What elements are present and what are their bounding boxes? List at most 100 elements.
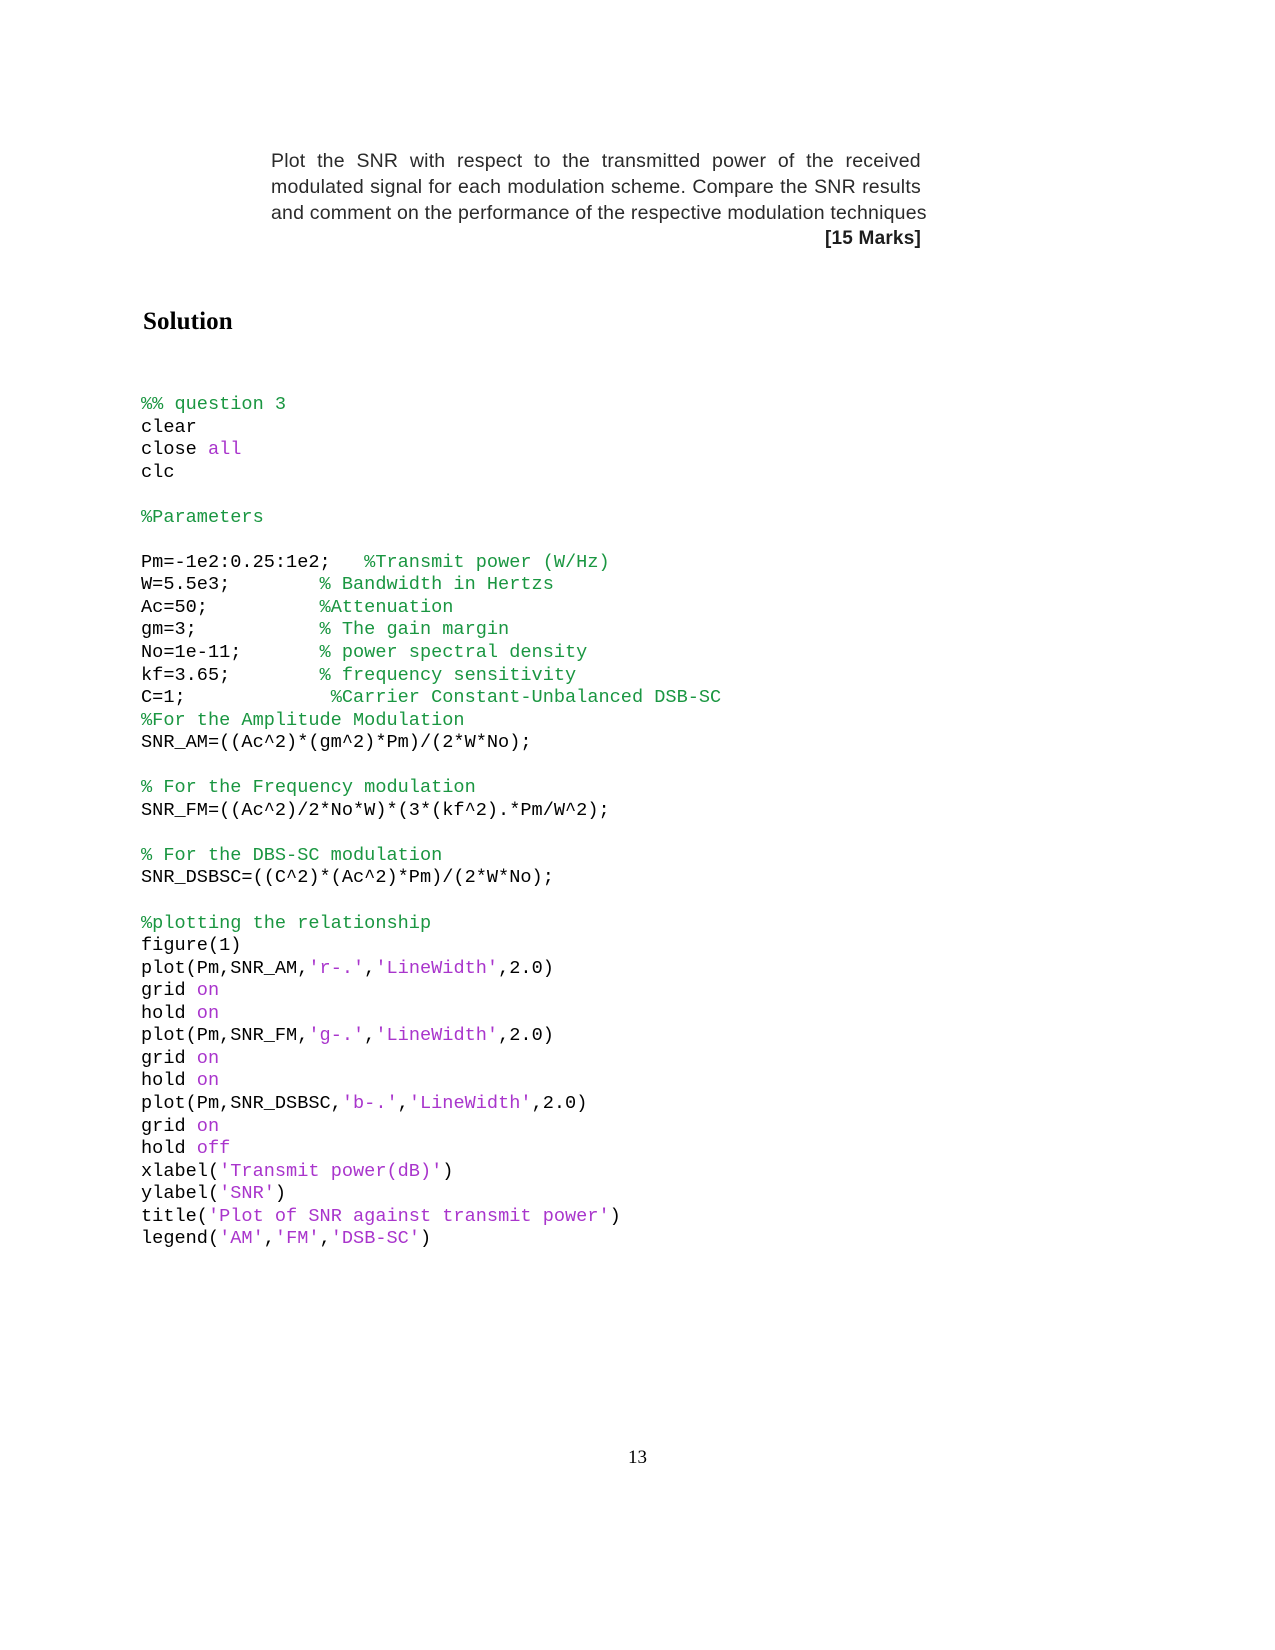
- code-token-string: 'FM': [274, 1228, 320, 1250]
- question-word: scheme.: [610, 176, 687, 198]
- code-token-plain: ): [420, 1228, 432, 1250]
- code-line: SNR_FM=((Ac^2)/2*No*W)*(3*(kf^2).*Pm/W^2…: [141, 800, 721, 823]
- code-token-comment: %Parameters: [141, 506, 264, 528]
- question-word: signal: [370, 176, 423, 198]
- code-line: clc: [141, 462, 721, 485]
- code-token-kw: all: [207, 439, 242, 461]
- question-word: transmitted: [601, 150, 701, 172]
- code-token-plain: SNR_DSBSC=((C^2)*(Ac^2)*Pm)/(2*W*No);: [141, 867, 554, 889]
- question-word: each: [458, 176, 502, 198]
- code-token-plain: ,: [319, 1228, 331, 1250]
- code-token-kw: on: [196, 1115, 220, 1137]
- code-line: grid on: [141, 980, 721, 1003]
- code-line: W=5.5e3; % Bandwidth in Hertzs: [141, 574, 721, 597]
- code-token-string: 'DSB-SC': [330, 1228, 420, 1250]
- matlab-code-listing: %% question 3 clear close all clc %Paramete…: [141, 394, 721, 1251]
- code-token-plain: gm=3;: [141, 619, 320, 641]
- code-token-plain: hold: [141, 1070, 197, 1092]
- code-line: %Parameters: [141, 507, 721, 530]
- code-token-plain: Pm=-1e2:0.25:1e2;: [141, 551, 365, 573]
- code-line: grid on: [141, 1048, 721, 1071]
- code-line: plot(Pm,SNR_DSBSC,'b-.','LineWidth',2.0): [141, 1093, 721, 1116]
- code-line: figure(1): [141, 935, 721, 958]
- code-line: % For the Frequency modulation: [141, 777, 721, 800]
- code-line: SNR_AM=((Ac^2)*(gm^2)*Pm)/(2*W*No);: [141, 732, 721, 755]
- code-line: %% question 3: [141, 394, 721, 417]
- code-token-comment: %Attenuation: [319, 596, 454, 618]
- code-line: C=1; %Carrier Constant-Unbalanced DSB-SC: [141, 687, 721, 710]
- code-token-plain: C=1;: [141, 687, 331, 709]
- question-word: the: [562, 150, 591, 172]
- code-token-plain: ,2.0): [531, 1092, 588, 1114]
- code-token-plain: ,: [364, 957, 376, 979]
- question-word: SNR: [814, 176, 856, 198]
- code-token-kw: on: [196, 980, 220, 1002]
- question-word: Plot: [271, 150, 306, 172]
- code-token-plain: hold: [141, 1138, 197, 1160]
- code-token-plain: hold: [141, 1002, 197, 1024]
- code-line: %plotting the relationship: [141, 913, 721, 936]
- question-word: power: [712, 150, 767, 172]
- question-excerpt: Plot the SNR with respect to the transmitted pow…: [271, 148, 927, 226]
- code-token-plain: clear: [141, 416, 197, 438]
- code-token-comment: %plotting the relationship: [141, 912, 432, 934]
- code-token-kw: on: [196, 1002, 220, 1024]
- code-token-plain: clc: [141, 461, 175, 483]
- code-line: Pm=-1e2:0.25:1e2; %Transmit power (W/Hz): [141, 552, 721, 575]
- code-token-comment: % For the Frequency modulation: [141, 777, 476, 799]
- question-word: SNR: [356, 150, 399, 172]
- code-line: Ac=50; %Attenuation: [141, 597, 721, 620]
- code-token-plain: ): [274, 1183, 287, 1205]
- code-token-string: 'LineWidth': [408, 1092, 532, 1114]
- document-page: Plot the SNR with respect to the transmitted pow…: [0, 0, 1275, 1650]
- question-word: modulation: [507, 176, 605, 198]
- code-token-plain: W=5.5e3;: [141, 574, 320, 596]
- code-token-string: 'r-.': [308, 957, 365, 979]
- question-word: the: [806, 150, 834, 172]
- solution-heading: Solution: [143, 308, 233, 335]
- code-token-plain: grid: [141, 1115, 197, 1137]
- code-token-plain: grid: [141, 1047, 197, 1069]
- question-word: with: [409, 150, 446, 172]
- code-line: grid on: [141, 1116, 721, 1139]
- code-token-comment: %% question 3: [141, 394, 287, 415]
- code-line: SNR_DSBSC=((C^2)*(Ac^2)*Pm)/(2*W*No);: [141, 867, 721, 890]
- code-token-plain: kf=3.65;: [141, 664, 320, 686]
- code-token-comment: % frequency sensitivity: [319, 664, 577, 686]
- code-token-comment: % power spectral density: [319, 642, 588, 664]
- code-line: close all: [141, 439, 721, 462]
- code-token-kw: on: [196, 1070, 220, 1092]
- code-token-plain: figure(1): [141, 935, 242, 957]
- question-word: modulated: [271, 176, 364, 198]
- code-token-plain: grid: [141, 980, 197, 1002]
- code-token-comment: %For the Amplitude Modulation: [141, 709, 465, 731]
- code-token-comment: %Carrier Constant-Unbalanced DSB-SC: [330, 687, 722, 709]
- code-token-string: 'g-.': [308, 1025, 365, 1047]
- question-word: the: [317, 150, 345, 172]
- code-token-plain: ,: [364, 1025, 376, 1047]
- code-token-plain: SNR_AM=((Ac^2)*(gm^2)*Pm)/(2*W*No);: [141, 732, 532, 754]
- code-token-plain: plot(Pm,SNR_DSBSC,: [141, 1092, 342, 1114]
- code-line: title('Plot of SNR against transmit powe…: [141, 1206, 721, 1229]
- code-token-plain: plot(Pm,SNR_FM,: [141, 1025, 309, 1047]
- question-line-2: modulated signal for each modulation scheme. C…: [271, 174, 921, 200]
- code-token-plain: SNR_FM=((Ac^2)/2*No*W)*(3*(kf^2).*Pm/W^2…: [141, 799, 610, 821]
- code-token-kw: on: [196, 1047, 220, 1069]
- code-token-plain: Ac=50;: [141, 596, 320, 618]
- code-token-string: 'LineWidth': [375, 1025, 499, 1047]
- code-line: hold on: [141, 1003, 721, 1026]
- question-word: for: [428, 176, 452, 198]
- question-word: respect: [457, 150, 523, 172]
- code-token-plain: xlabel(: [141, 1160, 220, 1182]
- code-line: clear: [141, 417, 721, 440]
- code-token-plain: close: [141, 439, 208, 461]
- code-line: legend('AM','FM','DSB-SC'): [141, 1228, 721, 1251]
- question-word: of: [777, 150, 795, 172]
- code-token-plain: plot(Pm,SNR_AM,: [141, 957, 309, 979]
- code-line: xlabel('Transmit power(dB)'): [141, 1161, 721, 1184]
- code-token-kw: off: [196, 1138, 231, 1160]
- question-word: received: [845, 150, 921, 172]
